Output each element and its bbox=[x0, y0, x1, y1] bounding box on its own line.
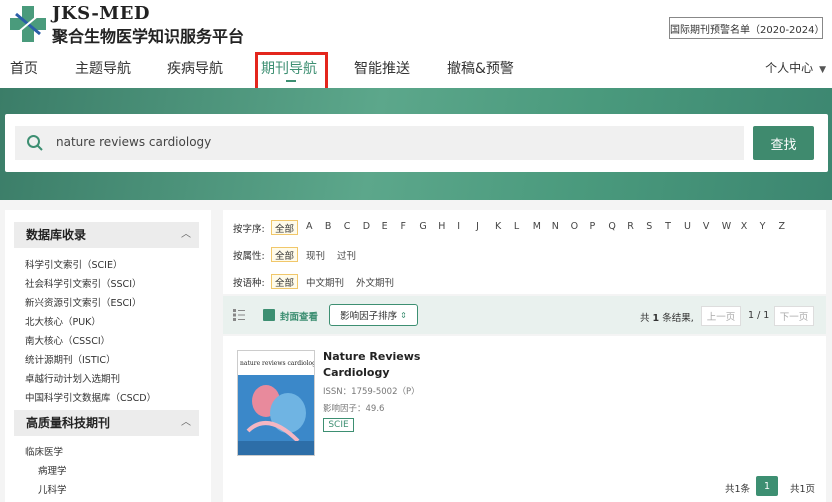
filter-letter-y[interactable]: Y bbox=[760, 221, 766, 232]
nav-topic[interactable]: 主题导航 bbox=[75, 58, 131, 78]
nav-push[interactable]: 智能推送 bbox=[354, 58, 410, 78]
sidebar-item-cscd[interactable]: 中国科学引文数据库（CSCD） bbox=[25, 390, 156, 404]
filter-letter-j[interactable]: J bbox=[476, 221, 479, 232]
user-menu[interactable]: 个人中心 ▼ bbox=[765, 59, 826, 76]
filter-letter-c[interactable]: C bbox=[344, 221, 351, 232]
result-suffix: 条结果, bbox=[662, 313, 694, 324]
sort-label: 影响因子排序 bbox=[340, 311, 398, 322]
sidebar-item-cssci[interactable]: 南大核心（CSSCI） bbox=[25, 333, 110, 347]
filter-letter-l[interactable]: L bbox=[514, 221, 519, 232]
sidebar-item-excellence[interactable]: 卓越行动计划入选期刊 bbox=[25, 371, 120, 385]
image-icon[interactable] bbox=[263, 309, 275, 321]
filter-letter-t[interactable]: T bbox=[665, 221, 671, 232]
page-number-button[interactable]: 1 bbox=[756, 476, 778, 496]
list-view-icon[interactable] bbox=[233, 309, 245, 321]
filter-lang-foreign[interactable]: 外文期刊 bbox=[356, 275, 394, 289]
nav-highlight-box bbox=[255, 52, 328, 92]
filter-lang-all[interactable]: 全部 bbox=[271, 274, 298, 289]
result-count-number: 1 bbox=[652, 313, 660, 324]
page-info: 1 / 1 bbox=[748, 310, 770, 321]
prev-page-button[interactable]: 上一页 bbox=[701, 306, 741, 326]
sidebar-item-scie[interactable]: 科学引文索引（SCIE） bbox=[25, 257, 122, 271]
search-button[interactable]: 查找 bbox=[753, 126, 814, 160]
chevron-up-icon: ︿ bbox=[181, 417, 191, 428]
journal-title[interactable]: Nature Reviews Cardiology bbox=[323, 349, 433, 381]
filter-attr-label: 按属性: bbox=[233, 251, 265, 262]
result-prefix: 共 bbox=[640, 313, 650, 324]
result-count: 共 1 条结果, bbox=[640, 310, 694, 324]
journal-impact-factor: 影响因子：49.6 bbox=[323, 404, 385, 414]
filter-letter-q[interactable]: Q bbox=[608, 221, 615, 232]
filter-alpha-label: 按字序: bbox=[233, 224, 265, 235]
filter-letter-m[interactable]: M bbox=[533, 221, 541, 232]
sort-icon: ⇕ bbox=[400, 310, 407, 320]
filter-letter-s[interactable]: S bbox=[646, 221, 652, 232]
nav-home[interactable]: 首页 bbox=[10, 58, 38, 78]
filter-letter-p[interactable]: P bbox=[590, 221, 596, 232]
filter-letter-b[interactable]: B bbox=[325, 221, 332, 232]
search-query: nature reviews cardiology bbox=[56, 135, 212, 149]
next-page-button[interactable]: 下一页 bbox=[774, 306, 814, 326]
sidebar-item-pathology[interactable]: 病理学 bbox=[38, 463, 67, 477]
filter-lang-chinese[interactable]: 中文期刊 bbox=[306, 275, 344, 289]
filter-letter-r[interactable]: R bbox=[627, 221, 634, 232]
caret-down-icon: ▼ bbox=[819, 65, 826, 75]
sidebar-item-clinical[interactable]: 临床医学 bbox=[25, 444, 63, 458]
journal-cover[interactable]: nature reviews cardiology bbox=[237, 350, 315, 456]
sidebar-section-title: 高质量科技期刊 bbox=[26, 416, 111, 430]
sort-button[interactable]: 影响因子排序 ⇕ bbox=[329, 304, 418, 326]
sidebar-item-puk[interactable]: 北大核心（PUK） bbox=[25, 314, 101, 328]
warning-list-button[interactable]: 国际期刊预警名单（2020-2024） bbox=[669, 17, 825, 39]
filter-lang-label: 按语种: bbox=[233, 278, 265, 289]
logo-icon bbox=[10, 6, 46, 42]
filter-letter-e[interactable]: E bbox=[382, 221, 388, 232]
filter-letter-i[interactable]: I bbox=[457, 221, 460, 232]
filter-letter-z[interactable]: Z bbox=[779, 221, 786, 232]
filter-letter-g[interactable]: G bbox=[419, 221, 426, 232]
chevron-up-icon: ︿ bbox=[181, 229, 191, 240]
brand-name-en: JKS-MED bbox=[52, 3, 151, 24]
main-nav: 首页 主题导航 疾病导航 期刊导航 智能推送 撤稿&预警 bbox=[0, 58, 832, 80]
filter-attr-all[interactable]: 全部 bbox=[271, 247, 298, 262]
filter-letter-v[interactable]: V bbox=[703, 221, 710, 232]
cover-art-icon: nature reviews cardiology bbox=[238, 351, 315, 455]
filter-letter-w[interactable]: W bbox=[722, 221, 731, 232]
nav-retraction[interactable]: 撤稿&预警 bbox=[447, 58, 514, 78]
journal-issn: ISSN：1759-5002（P） bbox=[323, 387, 420, 397]
total-count: 共1条 bbox=[725, 484, 751, 495]
brand-name-cn: 聚合生物医学知识服务平台 bbox=[52, 27, 245, 46]
scie-badge: SCIE bbox=[323, 418, 354, 432]
filter-attr-past[interactable]: 过刊 bbox=[337, 248, 356, 262]
filter-letter-k[interactable]: K bbox=[495, 221, 501, 232]
user-menu-label: 个人中心 bbox=[765, 61, 814, 75]
sidebar-item-ssci[interactable]: 社会科学引文索引（SSCI） bbox=[25, 276, 142, 290]
filter-letter-a[interactable]: A bbox=[306, 221, 313, 232]
sidebar-item-esci[interactable]: 新兴资源引文索引（ESCI） bbox=[25, 295, 141, 309]
sidebar-section-hq[interactable]: 高质量科技期刊 ︿ bbox=[14, 410, 199, 436]
filter-attr-current[interactable]: 现刊 bbox=[306, 248, 325, 262]
filter-letter-x[interactable]: X bbox=[741, 221, 748, 232]
sidebar-section-database[interactable]: 数据库收录 ︿ bbox=[14, 222, 199, 248]
svg-text:nature reviews cardiology: nature reviews cardiology bbox=[240, 360, 315, 367]
cover-view-toggle[interactable]: 封面查看 bbox=[280, 309, 318, 323]
filter-letter-n[interactable]: N bbox=[552, 221, 559, 232]
nav-disease[interactable]: 疾病导航 bbox=[167, 58, 223, 78]
filter-letter-o[interactable]: O bbox=[571, 221, 578, 232]
sidebar-item-pediatrics[interactable]: 儿科学 bbox=[38, 482, 67, 496]
filter-alpha-all[interactable]: 全部 bbox=[271, 220, 298, 235]
filter-letter-u[interactable]: U bbox=[684, 221, 691, 232]
filter-letter-h[interactable]: H bbox=[438, 221, 445, 232]
sidebar-item-istic[interactable]: 统计源期刊（ISTIC） bbox=[25, 352, 116, 366]
filter-letter-d[interactable]: D bbox=[363, 221, 370, 232]
filter-letter-f[interactable]: F bbox=[401, 221, 406, 232]
total-pages: 共1页 bbox=[790, 484, 816, 495]
sidebar-section-title: 数据库收录 bbox=[26, 228, 87, 242]
search-icon bbox=[27, 135, 43, 151]
nav-active-indicator bbox=[286, 80, 296, 82]
